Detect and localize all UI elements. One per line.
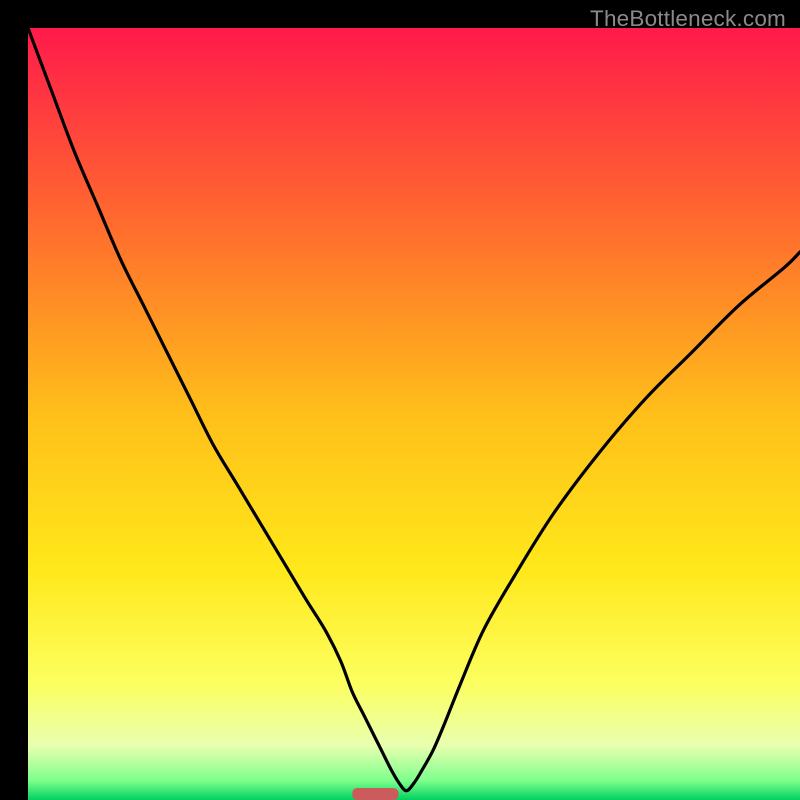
chart-plot xyxy=(28,28,800,800)
watermark-text: TheBottleneck.com xyxy=(590,6,786,32)
bottleneck-marker xyxy=(352,788,398,800)
chart-frame xyxy=(14,14,786,786)
chart-background xyxy=(28,28,800,800)
